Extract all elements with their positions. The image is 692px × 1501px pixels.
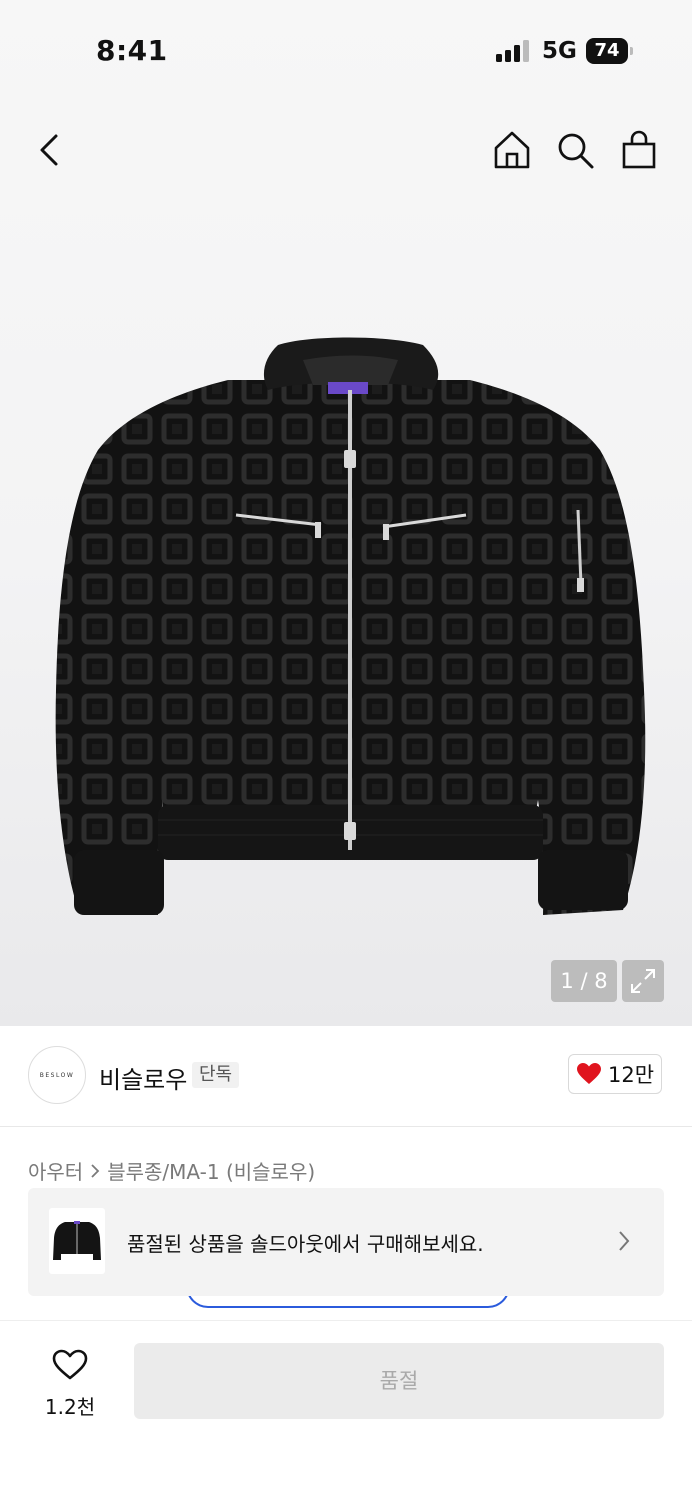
expand-icon xyxy=(631,969,655,993)
breadcrumb-category[interactable]: 아우터 xyxy=(28,1156,83,1185)
soldout-banner-text: 품절된 상품을 솔드아웃에서 구매해보세요. xyxy=(127,1232,484,1256)
expand-button[interactable] xyxy=(622,960,664,1002)
soldout-banner[interactable]: 품절된 상품을 솔드아웃에서 구매해보세요. xyxy=(28,1188,664,1296)
brand-logo[interactable]: BESLOW xyxy=(28,1046,86,1104)
status-bar: 8:41 5G 74 xyxy=(0,0,692,100)
battery-icon: 74 xyxy=(586,38,634,64)
search-button[interactable] xyxy=(553,128,597,172)
status-time: 8:41 xyxy=(96,34,168,67)
product-image-gallery[interactable]: 8:41 5G 74 1 / 8 xyxy=(0,0,692,1026)
brand-row: BESLOW 비슬로우 단독 12만 xyxy=(0,1026,692,1127)
back-button[interactable] xyxy=(28,128,72,172)
signal-icon xyxy=(496,40,530,66)
brand-name[interactable]: 비슬로우 xyxy=(99,1060,187,1095)
breadcrumb-subcategory[interactable]: 블루종/MA-1 (비슬로우) xyxy=(107,1156,315,1185)
chevron-left-icon xyxy=(40,134,58,166)
home-icon xyxy=(494,131,530,169)
battery-level: 74 xyxy=(586,38,628,64)
chevron-right-icon xyxy=(91,1163,100,1178)
chevron-right-icon xyxy=(616,1228,632,1258)
soldout-button[interactable]: 품절 xyxy=(134,1343,664,1419)
heart-outline-icon xyxy=(52,1349,88,1380)
product-photo-jacket xyxy=(55,337,646,915)
network-label: 5G xyxy=(542,38,577,64)
search-icon xyxy=(558,133,594,169)
home-button[interactable] xyxy=(490,128,534,172)
cart-button[interactable] xyxy=(617,128,661,172)
wishlist-button[interactable]: 1.2천 xyxy=(28,1345,112,1425)
breadcrumb: 아우터 블루종/MA-1 (비슬로우) xyxy=(28,1156,315,1185)
brand-like-button[interactable]: 12만 xyxy=(568,1054,662,1094)
brand-logo-text: BESLOW xyxy=(39,1071,75,1079)
exclusive-badge: 단독 xyxy=(192,1062,240,1088)
shopping-bag-icon xyxy=(622,130,656,169)
banner-product-thumbnail xyxy=(49,1208,105,1274)
brand-like-count: 12만 xyxy=(607,1063,655,1087)
wishlist-count: 1.2천 xyxy=(44,1395,96,1419)
bottom-action-bar: 1.2천 품절 xyxy=(0,1320,692,1501)
image-counter: 1 / 8 xyxy=(551,960,617,1002)
heart-filled-icon xyxy=(576,1063,601,1084)
